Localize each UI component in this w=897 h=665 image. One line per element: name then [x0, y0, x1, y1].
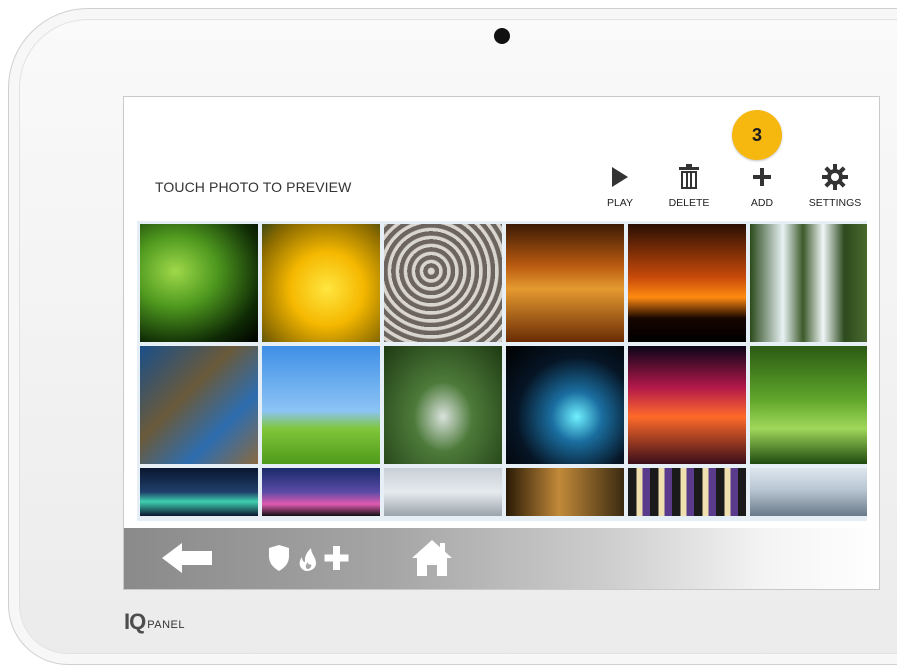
photo-grid	[137, 221, 867, 521]
photo-thumbnail[interactable]	[750, 224, 867, 342]
gear-icon	[822, 164, 848, 190]
photo-thumbnail[interactable]	[506, 346, 624, 464]
delete-label: DELETE	[668, 197, 710, 209]
photo-thumbnail[interactable]	[384, 468, 502, 516]
security-fire-medical-button[interactable]	[264, 536, 360, 580]
trash-icon	[679, 164, 699, 189]
photo-thumbnail[interactable]	[506, 468, 624, 516]
logo-panel-text: PANEL	[147, 619, 185, 631]
step-callout-badge: 3	[732, 110, 782, 160]
photo-thumbnail[interactable]	[140, 224, 258, 342]
back-arrow-icon	[162, 543, 212, 573]
add-label: ADD	[750, 197, 774, 209]
home-button[interactable]	[408, 536, 456, 580]
photo-thumbnail[interactable]	[384, 224, 502, 342]
iq-panel-logo: IQ PANEL	[124, 609, 185, 635]
photo-thumbnail[interactable]	[628, 224, 746, 342]
delete-button[interactable]: DELETE	[657, 163, 721, 209]
camera-lens	[494, 28, 510, 44]
photo-thumbnail[interactable]	[262, 468, 380, 516]
back-button[interactable]	[160, 536, 216, 580]
plus-icon	[753, 168, 771, 186]
photo-thumbnail[interactable]	[506, 224, 624, 342]
photo-thumbnail[interactable]	[628, 468, 746, 516]
photo-thumbnail[interactable]	[750, 468, 867, 516]
play-label: PLAY	[606, 197, 634, 209]
logo-iq-text: IQ	[124, 609, 146, 634]
photo-thumbnail[interactable]	[384, 346, 502, 464]
photo-thumbnail[interactable]	[140, 468, 258, 516]
security-fire-medical-icon	[269, 545, 349, 571]
play-button[interactable]: PLAY	[588, 163, 652, 209]
photo-thumbnail[interactable]	[628, 346, 746, 464]
preview-hint: TOUCH PHOTO TO PREVIEW	[155, 179, 352, 195]
photo-thumbnail[interactable]	[262, 224, 380, 342]
add-button[interactable]: ADD	[730, 163, 794, 209]
settings-button[interactable]: SETTINGS	[803, 163, 867, 209]
home-icon	[412, 540, 452, 576]
bottom-nav-bar	[124, 528, 879, 589]
settings-label: SETTINGS	[808, 197, 862, 209]
photo-thumbnail[interactable]	[262, 346, 380, 464]
play-icon	[612, 167, 628, 187]
photo-thumbnail[interactable]	[140, 346, 258, 464]
photo-thumbnail[interactable]	[750, 346, 867, 464]
touch-screen: TOUCH PHOTO TO PREVIEW PLAY DELETE ADD S…	[123, 96, 880, 590]
